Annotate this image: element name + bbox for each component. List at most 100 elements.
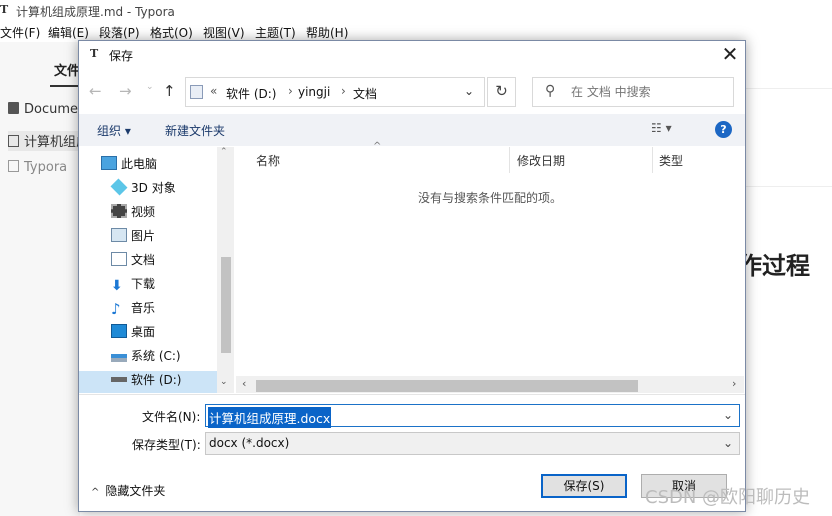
- tree-item-desktop[interactable]: 桌面: [111, 323, 217, 345]
- chevron-down-icon[interactable]: ⌄: [723, 436, 733, 450]
- chevron-down-icon[interactable]: ⌄: [723, 408, 733, 422]
- scroll-right-icon[interactable]: ›: [732, 377, 736, 390]
- sidebar-tab-underline: [50, 85, 80, 87]
- back-arrow-icon[interactable]: ←: [89, 82, 102, 100]
- watermark: CSDN @欧阳聊历史: [645, 487, 811, 508]
- tree-item-drive-c[interactable]: 系统 (C:): [111, 347, 217, 369]
- sidebar-item-label: Documents: [24, 102, 80, 117]
- editor-divider: [745, 88, 832, 89]
- sidebar-item-documents[interactable]: Documents: [8, 102, 80, 122]
- breadcrumb-yingji[interactable]: yingji: [298, 85, 330, 99]
- search-box[interactable]: ⚲: [532, 77, 734, 107]
- sidebar-tab-files[interactable]: 文件: [54, 60, 80, 79]
- column-header-date-modified[interactable]: 修改日期: [517, 152, 565, 169]
- column-header-name[interactable]: 名称: [256, 152, 280, 169]
- breadcrumb-drive-d[interactable]: 软件 (D:): [226, 85, 276, 102]
- filename-field[interactable]: 计算机组成原理.docx ⌄: [205, 404, 740, 428]
- sidebar-item-label: 计算机组成原理.md: [24, 135, 80, 150]
- tree-item-this-pc[interactable]: 此电脑: [101, 155, 217, 177]
- horizontal-scrollbar[interactable]: ‹ ›: [236, 376, 744, 393]
- 3d-objects-icon: [110, 178, 128, 196]
- breadcrumb-documents[interactable]: 文档: [353, 85, 377, 102]
- scroll-left-icon[interactable]: ‹: [242, 377, 246, 390]
- navigation-scroll-thumb[interactable]: [221, 257, 231, 353]
- tree-item-downloads[interactable]: ⬇ 下载: [111, 275, 217, 297]
- menu-theme[interactable]: 主题(T): [255, 24, 296, 41]
- menu-view[interactable]: 视图(V): [203, 24, 245, 41]
- sort-ascending-icon: ^: [373, 141, 382, 152]
- sidebar-item-typora[interactable]: Typora: [8, 160, 80, 180]
- menu-edit[interactable]: 编辑(E): [48, 24, 89, 41]
- save-dialog: T 保存 ✕ ← → ⌄ ↑ « 软件 (D:) › yingji › 文档 ⌄…: [78, 40, 746, 512]
- tree-item-music[interactable]: ♪ 音乐: [111, 299, 217, 321]
- hide-folders-toggle[interactable]: ^ 隐藏文件夹: [91, 482, 165, 499]
- close-icon[interactable]: ✕: [715, 43, 745, 67]
- chevron-up-icon: ^: [91, 487, 100, 498]
- column-divider[interactable]: [652, 147, 653, 173]
- up-arrow-icon[interactable]: ↑: [163, 82, 176, 100]
- editor-divider: [745, 186, 832, 187]
- empty-folder-message: 没有与搜索条件匹配的项。: [417, 191, 562, 205]
- menu-help[interactable]: 帮助(H): [306, 24, 348, 41]
- tree-item-pictures[interactable]: 图片: [111, 227, 217, 249]
- app-menubar: 文件(F) 编辑(E) 段落(P) 格式(O) 视图(V) 主题(T) 帮助(H…: [0, 22, 832, 42]
- breadcrumb-separator-icon[interactable]: ›: [288, 84, 293, 98]
- scroll-up-icon[interactable]: ⌃: [220, 147, 228, 157]
- menu-file[interactable]: 文件(F): [0, 24, 40, 41]
- tree-item-label: 文档: [131, 253, 156, 267]
- tree-item-label: 下载: [131, 277, 156, 291]
- refresh-button[interactable]: ↻: [487, 77, 516, 107]
- tree-item-label: 图片: [131, 229, 156, 243]
- app-sidebar: 文件 Documents 计算机组成原理.md Typora: [0, 42, 80, 516]
- organize-button[interactable]: 组织 ▾: [97, 122, 131, 139]
- tree-item-3d-objects[interactable]: 3D 对象: [110, 178, 217, 201]
- tree-item-label: 软件 (D:): [131, 373, 182, 387]
- refresh-icon: ↻: [495, 82, 508, 100]
- filetype-value: docx (*.docx): [209, 436, 290, 450]
- scroll-down-icon[interactable]: ⌄: [220, 377, 228, 387]
- view-options-icon[interactable]: ☷ ▾: [651, 121, 672, 135]
- filetype-select[interactable]: docx (*.docx) ⌄: [205, 432, 740, 455]
- tree-item-label: 桌面: [131, 325, 156, 339]
- new-folder-button[interactable]: 新建文件夹: [165, 122, 225, 139]
- hide-folders-label: 隐藏文件夹: [105, 484, 166, 498]
- tree-item-videos[interactable]: 视频: [111, 203, 217, 225]
- column-divider[interactable]: [509, 147, 510, 173]
- sidebar-item-current-file[interactable]: 计算机组成原理.md: [8, 131, 80, 151]
- chevron-down-icon[interactable]: ⌄: [464, 84, 474, 98]
- horizontal-scroll-thumb[interactable]: [256, 380, 638, 392]
- dialog-titlebar[interactable]: T 保存 ✕: [79, 41, 745, 69]
- drive-c-icon: [111, 354, 127, 362]
- tree-item-drive-d[interactable]: 软件 (D:): [79, 371, 217, 393]
- tree-item-documents[interactable]: 文档: [111, 251, 217, 273]
- sidebar-item-label: Typora: [24, 160, 68, 175]
- filename-label: 文件名(N):: [142, 410, 201, 424]
- tree-item-label: 此电脑: [121, 157, 158, 171]
- breadcrumb-separator-icon[interactable]: ›: [341, 84, 346, 98]
- computer-icon: [101, 156, 117, 170]
- address-bar[interactable]: « 软件 (D:) › yingji › 文档 ⌄: [185, 77, 485, 107]
- breadcrumb-overflow[interactable]: «: [210, 84, 217, 98]
- menu-format[interactable]: 格式(O): [150, 24, 193, 41]
- pictures-icon: [111, 228, 127, 242]
- music-icon: ♪: [111, 300, 121, 318]
- filetype-label: 保存类型(T):: [132, 438, 201, 452]
- column-header-type[interactable]: 类型: [659, 152, 683, 169]
- tree-item-label: 系统 (C:): [131, 349, 181, 363]
- tree-item-label: 音乐: [131, 301, 156, 315]
- navigation-pane: 此电脑 3D 对象 视频 图片 文档 ⬇ 下载 ♪ 音乐 桌面 系统 (C:) 软件…: [79, 147, 235, 393]
- file-icon: [8, 135, 19, 147]
- typora-logo-icon: T: [90, 47, 99, 60]
- filename-value[interactable]: 计算机组成原理.docx: [208, 407, 332, 428]
- save-button[interactable]: 保存(S): [541, 474, 627, 498]
- recent-locations-chevron-icon[interactable]: ⌄: [146, 82, 154, 92]
- video-icon: [111, 204, 127, 218]
- help-icon[interactable]: ?: [715, 121, 732, 138]
- dialog-title: 保存: [109, 49, 134, 63]
- forward-arrow-icon[interactable]: →: [119, 82, 132, 100]
- search-input[interactable]: [571, 85, 726, 99]
- typora-logo-icon: T: [0, 3, 9, 16]
- folder-location-icon: [190, 85, 203, 99]
- menu-paragraph[interactable]: 段落(P): [99, 24, 140, 41]
- tree-item-label: 3D 对象: [131, 181, 176, 195]
